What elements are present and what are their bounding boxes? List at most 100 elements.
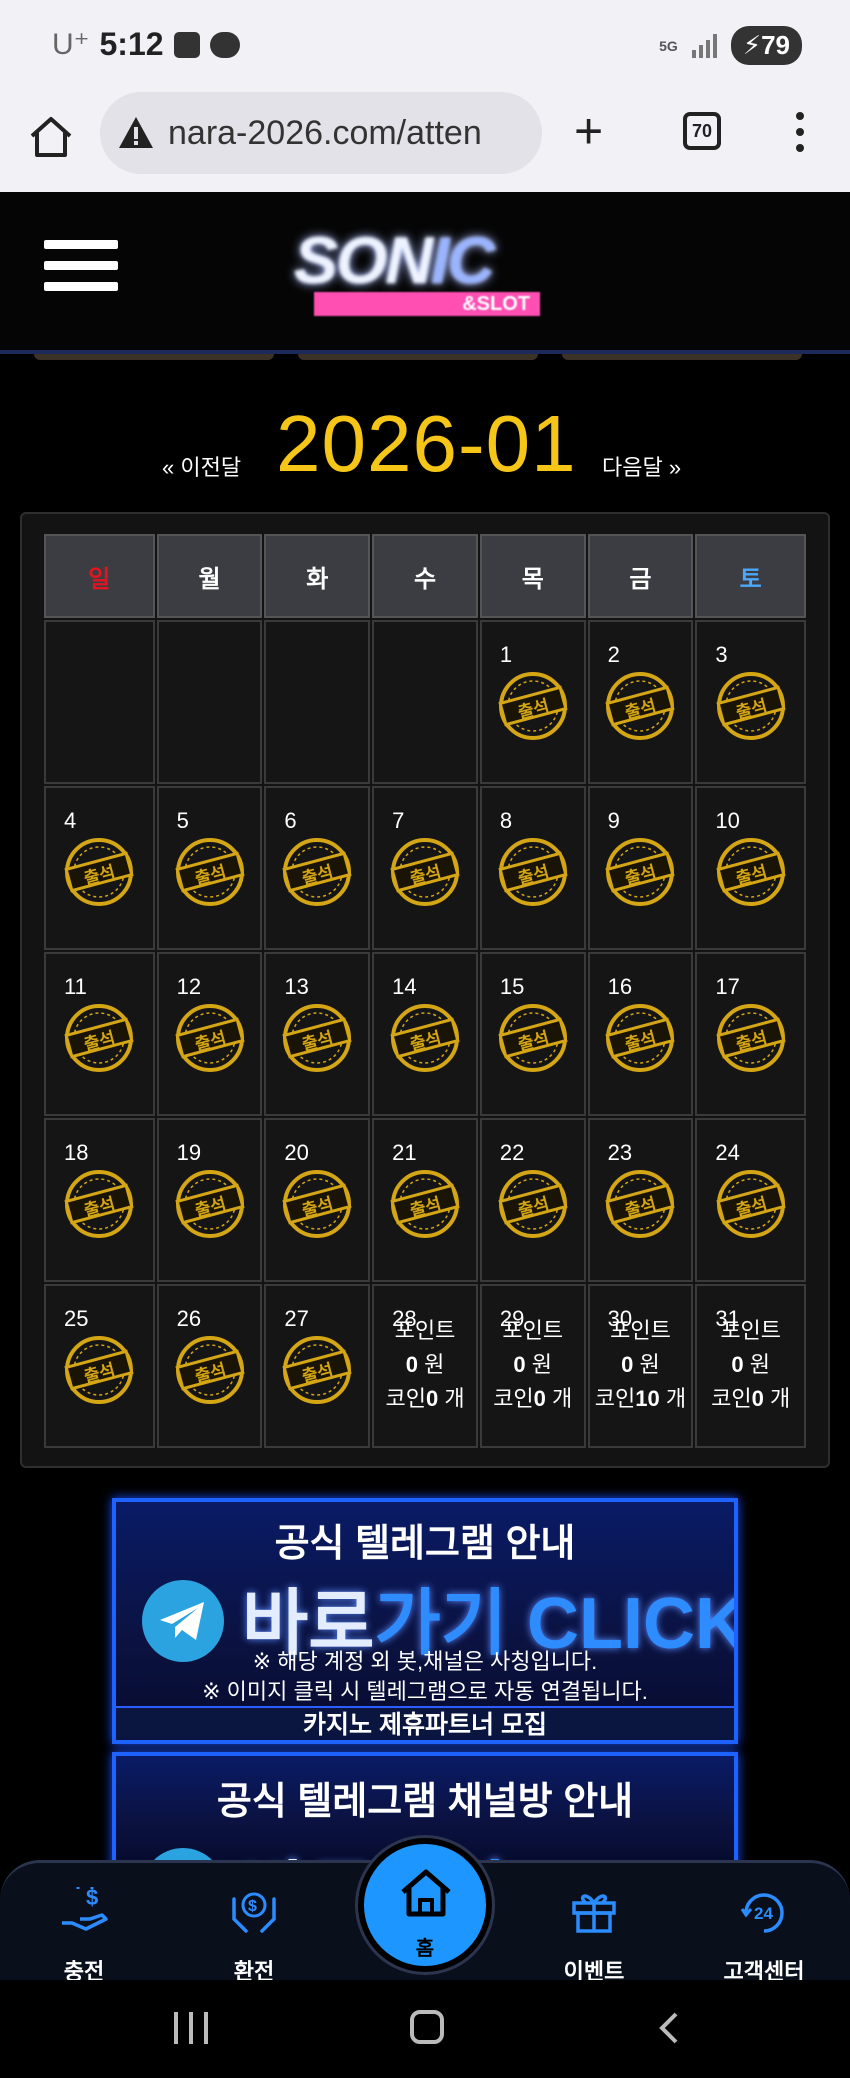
day-number: 27 [284,1306,309,1331]
address-bar[interactable]: nara-2026.com/atten [100,92,542,174]
attendance-stamp-icon: 출석 [62,835,136,909]
tab-switcher-button[interactable]: 70 [683,112,721,150]
coin-unit: 개 [665,1386,687,1411]
weekday-tue: 화 [264,534,371,618]
coin-unit: 개 [769,1386,791,1411]
day-number: 20 [284,1140,309,1165]
hamburger-menu-icon[interactable] [44,240,118,302]
logo-text: SONIC [294,223,495,297]
partner-recruit-text: 카지노 제휴파트너 모집 [116,1706,734,1740]
empty-day-cell [372,620,478,784]
day-cell: 19 출석 [156,1118,263,1282]
day-number: 23 [607,1140,633,1165]
day-number: 8 [499,808,513,833]
nav-exchange[interactable]: $ 환전 [194,1873,314,1984]
weekday-sun: 일 [44,534,155,618]
attendance-stamp-icon: 출석 [388,835,462,909]
day-cell: 13 출석 [264,952,371,1116]
site-logo[interactable]: SONIC &SLOT [294,222,564,322]
day-cell: 2 출석 [587,620,694,784]
menu-tab-stub[interactable] [34,354,274,360]
day-number: 9 [607,808,620,833]
home-icon [401,1869,451,1917]
site-header: SONIC &SLOT [0,192,850,352]
day-cell: 5 출석 [156,786,263,950]
day-number: 5 [176,808,189,833]
day-cell: 8 출석 [479,786,586,950]
reward-info: 포인트 0 원 코인10 개 [590,1314,692,1416]
coin-label: 코인 [493,1386,534,1411]
coin-value: 0 [751,1386,764,1411]
point-unit: 원 [749,1352,770,1377]
day-number: 2 [607,642,620,667]
svg-text:24: 24 [754,1904,773,1923]
attendance-stamp-icon: 출석 [714,835,788,909]
reward-info: 포인트 0 원 코인0 개 [697,1314,804,1416]
nav-event[interactable]: 이벤트 [534,1873,654,1984]
coin-unit: 개 [552,1386,573,1411]
coin-unit: 개 [444,1386,465,1411]
coin-label: 코인 [594,1386,636,1411]
attendance-stamp-icon: 출석 [496,1167,570,1241]
day-cell: 31 포인트 0 원 코인0 개 [695,1284,807,1448]
day-number: 16 [607,974,633,999]
day-number: 6 [284,808,297,833]
menu-tab-stub[interactable] [562,354,802,360]
coin-label: 코인 [385,1386,426,1411]
system-navigation-bar [0,1980,850,2078]
day-cell: 28 포인트 0 원 코인0 개 [372,1284,478,1448]
attendance-stamp-icon: 출석 [280,835,354,909]
menu-tab-stub[interactable] [298,354,538,360]
day-cell: 22 출석 [479,1118,586,1282]
attendance-stamp-icon: 출석 [173,835,247,909]
shopping-bag-icon [173,31,200,58]
coin-value: 10 [635,1386,660,1411]
weekday-thu: 목 [479,534,586,618]
day-cell: 27 출석 [264,1284,371,1448]
day-number: 1 [499,642,513,667]
telegram-banner[interactable]: 공식 텔레그램 안내 바로가기 CLICK ※ 해당 계정 외 봇,채널은 사칭… [112,1498,738,1744]
day-cell: 14 출석 [372,952,478,1116]
more-menu-icon[interactable] [794,112,806,156]
weekday-mon: 월 [156,534,263,618]
nav-charge[interactable]: $ 충전 [24,1873,144,1984]
withdraw-hands-icon: $ [232,1892,276,1933]
new-tab-button[interactable]: + [574,106,603,156]
day-number: 7 [392,808,405,833]
battery-indicator: ⚡79 [730,26,802,65]
attendance-stamp-icon: 출석 [496,669,570,743]
point-label: 포인트 [502,1318,564,1343]
warning-icon[interactable] [116,113,156,153]
calendar-grid: 일 월 화 수 목 금 토 1 출석 2 출석 3 출석 4 출석 5 출석 6 출석 7 출석 8 출석 9 출… [44,534,808,1448]
day-number: 14 [392,974,417,999]
url-text[interactable]: nara-2026.com/atten [168,114,538,153]
network-type: 5G [659,37,678,54]
signal-icon [691,33,717,58]
next-month-link[interactable]: 다음달 » [602,450,681,482]
home-icon[interactable] [28,114,74,160]
day-number: 21 [392,1140,417,1165]
attendance-stamp-icon: 출석 [280,1333,354,1407]
app-root: { "status_bar": { "carrier": "U⁺", "time… [0,0,850,2078]
banner-note: ※ 이미지 클릭 시 텔레그램으로 자동 연결됩니다. [202,1679,648,1704]
back-icon[interactable] [650,2008,690,2048]
weekday-sat: 토 [695,534,807,618]
point-value: 0 [405,1352,418,1377]
empty-day-cell [156,620,263,784]
day-number: 3 [715,642,728,667]
day-number: 13 [284,974,309,999]
nav-support[interactable]: 24 고객센터 [704,1873,824,1984]
day-cell: 17 출석 [695,952,807,1116]
battery-level: 79 [761,30,790,60]
home-button[interactable]: 홈 [358,1838,492,1972]
prev-month-link[interactable]: « 이전달 [162,450,241,482]
day-cell: 11 출석 [44,952,155,1116]
attendance-stamp-icon: 출석 [173,1167,247,1241]
coin-value: 0 [533,1386,546,1411]
day-cell: 12 출석 [156,952,263,1116]
day-number: 10 [715,808,740,833]
attendance-stamp-icon: 출석 [496,835,570,909]
recent-apps-icon[interactable] [174,2012,208,2044]
day-cell: 3 출석 [695,620,807,784]
system-home-icon[interactable] [410,2010,444,2044]
